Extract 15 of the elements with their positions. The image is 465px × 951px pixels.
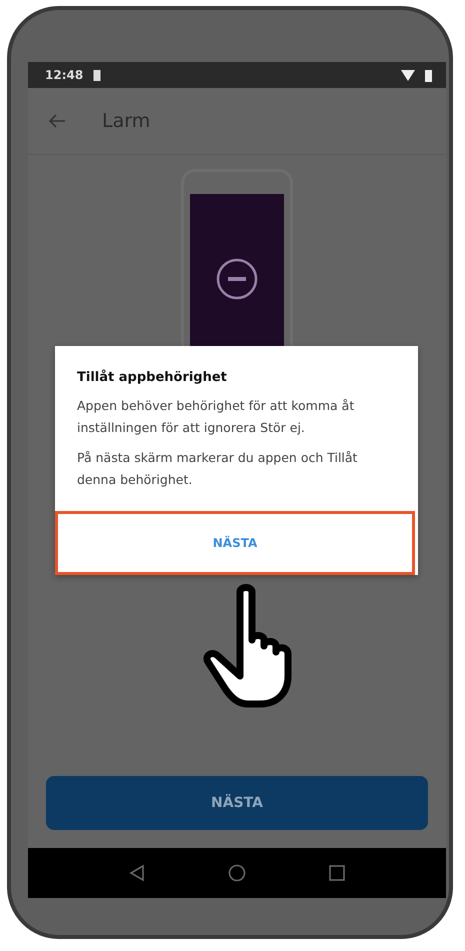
status-time: 12:48 <box>45 68 84 82</box>
app-bar-title: Larm <box>102 110 150 132</box>
dialog-next-button[interactable]: NÄSTA <box>55 511 415 575</box>
next-button[interactable]: NÄSTA <box>46 776 428 830</box>
dialog-title: Tillåt appbehörighet <box>77 370 228 385</box>
dialog-text: Appen behöver behörighet för att komma åt inställningen för att ignorera Stör ej. <box>77 397 356 437</box>
battery-icon <box>93 69 102 81</box>
back-arrow-icon[interactable] <box>48 113 66 129</box>
dialog-text: På nästa skärm markerar du appen och Tillåt denna behörighet. <box>77 449 358 489</box>
battery-icon <box>425 68 432 82</box>
wifi-icon <box>401 70 415 80</box>
do-not-disturb-icon <box>216 258 258 300</box>
recents-icon[interactable] <box>328 865 345 881</box>
home-icon[interactable] <box>228 864 246 882</box>
back-icon[interactable] <box>129 864 146 882</box>
